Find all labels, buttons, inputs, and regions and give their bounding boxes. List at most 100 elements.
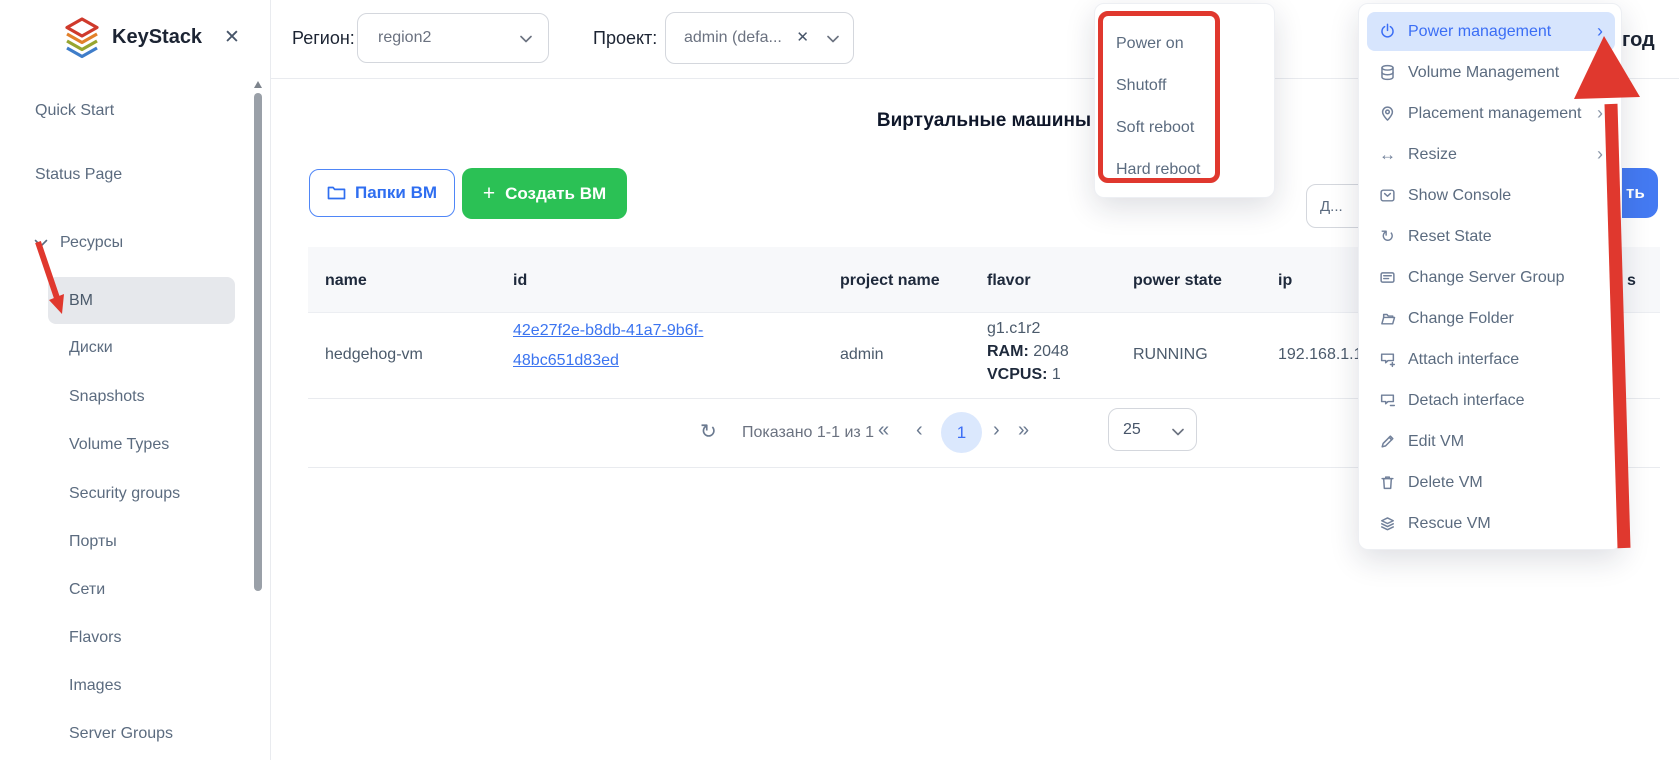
column-header-ip: ip xyxy=(1278,272,1292,290)
submenu-arrow-icon: › xyxy=(1597,62,1603,83)
logout-link-fragment[interactable]: год xyxy=(1622,29,1655,52)
chevron-down-icon xyxy=(827,35,839,43)
location-pin-icon xyxy=(1379,105,1396,122)
database-icon xyxy=(1379,64,1396,81)
sidebar-item-quick-start[interactable]: Quick Start xyxy=(35,102,114,120)
cell-vm-name: hedgehog-vm xyxy=(325,346,423,364)
menu-item-reset-state[interactable]: ↻ Reset State xyxy=(1367,217,1615,256)
region-value: region2 xyxy=(378,29,431,47)
sidebar-scrollbar-thumb[interactable] xyxy=(254,93,262,591)
menu-item-placement-management[interactable]: Placement management › xyxy=(1367,94,1615,133)
menu-item-delete-vm[interactable]: Delete VM xyxy=(1367,463,1615,502)
menu-item-show-console[interactable]: Show Console xyxy=(1367,176,1615,215)
vm-actions-context-menu: Power management › Volume Management › P… xyxy=(1358,3,1622,550)
refresh-icon[interactable]: ↻ xyxy=(700,419,717,444)
rescue-icon xyxy=(1379,515,1396,532)
filter-button-fragment[interactable]: ть xyxy=(1617,168,1658,218)
column-header-flavor: flavor xyxy=(987,272,1031,290)
page-number-button[interactable]: 1 xyxy=(941,412,982,453)
sidebar-item-server-groups[interactable]: Server Groups xyxy=(69,725,173,743)
ram-label: RAM: xyxy=(987,343,1029,360)
menu-item-power-management[interactable]: Power management › xyxy=(1367,12,1615,51)
sidebar-item-images[interactable]: Images xyxy=(69,677,121,695)
project-select[interactable]: admin (defa... ✕ xyxy=(665,12,854,64)
sidebar-item-ports[interactable]: Порты xyxy=(69,533,117,551)
cell-flavor-vcpus: VCPUS: 1 xyxy=(987,366,1061,384)
resize-arrows-icon: ↔ xyxy=(1379,145,1396,165)
menu-item-detach-interface[interactable]: Detach interface xyxy=(1367,381,1615,420)
project-label: Проект: xyxy=(593,28,657,49)
console-icon xyxy=(1379,187,1396,204)
app-root: KeyStack ✕ Quick Start Status Page Ресур… xyxy=(0,0,1679,760)
menu-item-volume-management[interactable]: Volume Management › xyxy=(1367,53,1615,92)
sidebar-item-networks[interactable]: Сети xyxy=(69,581,105,599)
folder-open-icon xyxy=(1379,310,1396,327)
vm-folders-label: Папки ВМ xyxy=(355,183,437,203)
create-vm-button[interactable]: + Создать ВМ xyxy=(462,168,627,219)
attach-interface-icon xyxy=(1379,351,1396,368)
cell-project-name: admin xyxy=(840,346,884,364)
project-value: admin (defa... xyxy=(684,29,782,47)
column-header-power-state: power state xyxy=(1133,272,1222,290)
sidebar-item-volume-types[interactable]: Volume Types xyxy=(69,436,169,454)
menu-item-change-folder[interactable]: Change Folder xyxy=(1367,299,1615,338)
sidebar-item-snapshots[interactable]: Snapshots xyxy=(69,388,145,406)
first-page-button[interactable]: « xyxy=(878,419,889,442)
trash-icon xyxy=(1379,474,1396,491)
menu-item-change-server-group[interactable]: Change Server Group xyxy=(1367,258,1615,297)
power-icon xyxy=(1379,23,1396,40)
menu-item-edit-vm[interactable]: Edit VM xyxy=(1367,422,1615,461)
edit-icon xyxy=(1379,433,1396,450)
menu-item-soft-reboot[interactable]: Soft reboot xyxy=(1116,110,1256,146)
sidebar-item-security-groups[interactable]: Security groups xyxy=(69,485,180,503)
region-select[interactable]: region2 xyxy=(357,13,549,63)
server-group-icon xyxy=(1379,269,1396,286)
menu-item-resize[interactable]: ↔ Resize › xyxy=(1367,135,1615,174)
sidebar-item-vm[interactable]: ВМ xyxy=(69,292,93,310)
menu-item-power-on[interactable]: Power on xyxy=(1116,26,1256,62)
detach-interface-icon xyxy=(1379,392,1396,409)
sidebar-group-resources[interactable]: Ресурсы xyxy=(60,234,123,252)
clear-icon[interactable]: ✕ xyxy=(796,28,809,46)
menu-item-shutoff[interactable]: Shutoff xyxy=(1116,68,1256,104)
chevron-down-icon xyxy=(520,35,532,43)
last-page-button[interactable]: » xyxy=(1018,419,1029,442)
prev-page-button[interactable]: ‹ xyxy=(916,419,923,442)
plus-icon: + xyxy=(483,182,495,206)
submenu-arrow-icon: › xyxy=(1597,103,1603,124)
cell-flavor-ram: RAM: 2048 xyxy=(987,343,1069,361)
reset-icon: ↻ xyxy=(1379,227,1396,247)
brand-title: KeyStack xyxy=(112,26,202,49)
menu-item-rescue-vm[interactable]: Rescue VM xyxy=(1367,504,1615,543)
menu-item-attach-interface[interactable]: Attach interface xyxy=(1367,340,1615,379)
ram-value: 2048 xyxy=(1033,343,1069,360)
region-label: Регион: xyxy=(292,28,355,49)
next-page-button[interactable]: › xyxy=(993,419,1000,442)
cell-vm-id-link-line2[interactable]: 48bc651d83ed xyxy=(513,352,619,370)
vm-folders-button[interactable]: Папки ВМ xyxy=(309,169,455,217)
submenu-arrow-icon: › xyxy=(1597,21,1603,42)
sidebar-close-icon[interactable]: ✕ xyxy=(224,26,240,49)
submenu-arrow-icon: › xyxy=(1597,144,1603,165)
column-header-trailing-fragment: s xyxy=(1627,272,1636,290)
vcpus-label: VCPUS: xyxy=(987,366,1047,383)
sidebar: KeyStack ✕ Quick Start Status Page Ресур… xyxy=(0,0,271,760)
cell-flavor-name: g1.c1r2 xyxy=(987,320,1040,338)
create-vm-label: Создать ВМ xyxy=(505,184,606,204)
power-submenu: Power on Shutoff Soft reboot Hard reboot xyxy=(1094,3,1275,198)
sidebar-item-status-page[interactable]: Status Page xyxy=(35,166,122,184)
menu-item-hard-reboot[interactable]: Hard reboot xyxy=(1116,152,1256,188)
pagination-summary: Показано 1-1 из 1 xyxy=(742,424,874,442)
cell-power-state: RUNNING xyxy=(1133,346,1208,364)
chevron-down-icon xyxy=(34,239,48,248)
page-size-value: 25 xyxy=(1123,421,1141,439)
folder-icon xyxy=(327,185,346,201)
column-header-id: id xyxy=(513,272,527,290)
sidebar-item-flavors[interactable]: Flavors xyxy=(69,629,121,647)
chevron-down-icon xyxy=(1172,428,1184,436)
sidebar-item-disks[interactable]: Диски xyxy=(69,339,113,357)
page-size-select[interactable]: 25 xyxy=(1108,408,1197,451)
sidebar-scroll-up-icon[interactable] xyxy=(254,81,262,88)
cell-vm-id-link-line1[interactable]: 42e27f2e-b8db-41a7-9b6f- xyxy=(513,322,703,340)
column-header-project-name: project name xyxy=(840,272,940,290)
